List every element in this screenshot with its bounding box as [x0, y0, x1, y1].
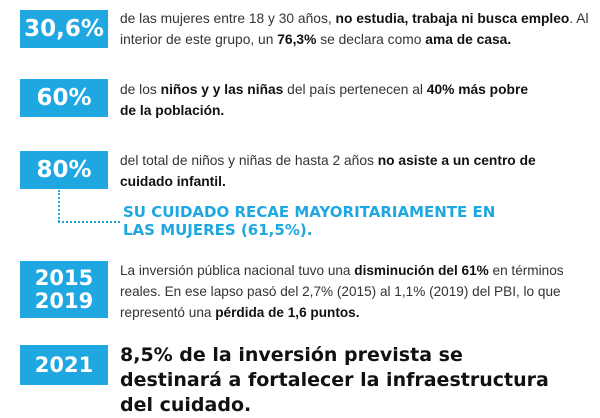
highlight-callout: SU CUIDADO RECAE MAYORITARIAMENTE EN LAS… [123, 203, 496, 239]
stat-description-1: de las mujeres entre 18 y 30 años, no es… [120, 8, 590, 50]
stat-description-4: La inversión pública nacional tuvo una d… [120, 260, 570, 323]
body-text: La inversión pública nacional tuvo una [120, 263, 355, 278]
emphasis-text: disminución del 61% [354, 263, 489, 278]
emphasis-text: niños y y las niñas [160, 82, 284, 97]
stat-badge-value: 80% [36, 156, 92, 183]
body-text: se declara como [316, 32, 426, 47]
body-text: de las mujeres entre 18 y 30 años, [120, 11, 336, 26]
stat-badge-80: 80% [20, 151, 108, 189]
connector-line [58, 221, 120, 223]
stat-badge-60: 60% [20, 79, 108, 117]
badge-year-end: 2019 [34, 288, 94, 313]
stat-badge-30-6: 30,6% [20, 10, 108, 48]
emphasis-text: pérdida de 1,6 puntos. [215, 305, 360, 320]
stat-badge-2021: 2021 [20, 345, 108, 385]
badge-year-start: 2015 [34, 266, 94, 291]
stat-description-5: 8,5% de la inversión prevista se destina… [120, 344, 549, 416]
stat-description-3: del total de niños y niñas de hasta 2 añ… [120, 150, 560, 192]
body-text: de los [120, 82, 161, 97]
emphasis-text: no estudia, trabaja ni busca empleo [335, 11, 570, 26]
stat-badge-value: 60% [36, 84, 92, 111]
stat-badge-value: 2021 [34, 352, 94, 377]
stat-badge-years: 2015 2019 [20, 261, 108, 318]
stat-description-2: de los niños y y las niñas del país pert… [120, 79, 540, 121]
stat-badge-value: 30,6% [24, 15, 104, 42]
connector-line [58, 190, 60, 222]
body-text: del país pertenecen al [283, 82, 427, 97]
emphasis-text: 76,3% [277, 32, 317, 47]
body-text: del total de niños y niñas de hasta 2 añ… [120, 153, 378, 168]
emphasis-text: ama de casa. [425, 32, 512, 47]
